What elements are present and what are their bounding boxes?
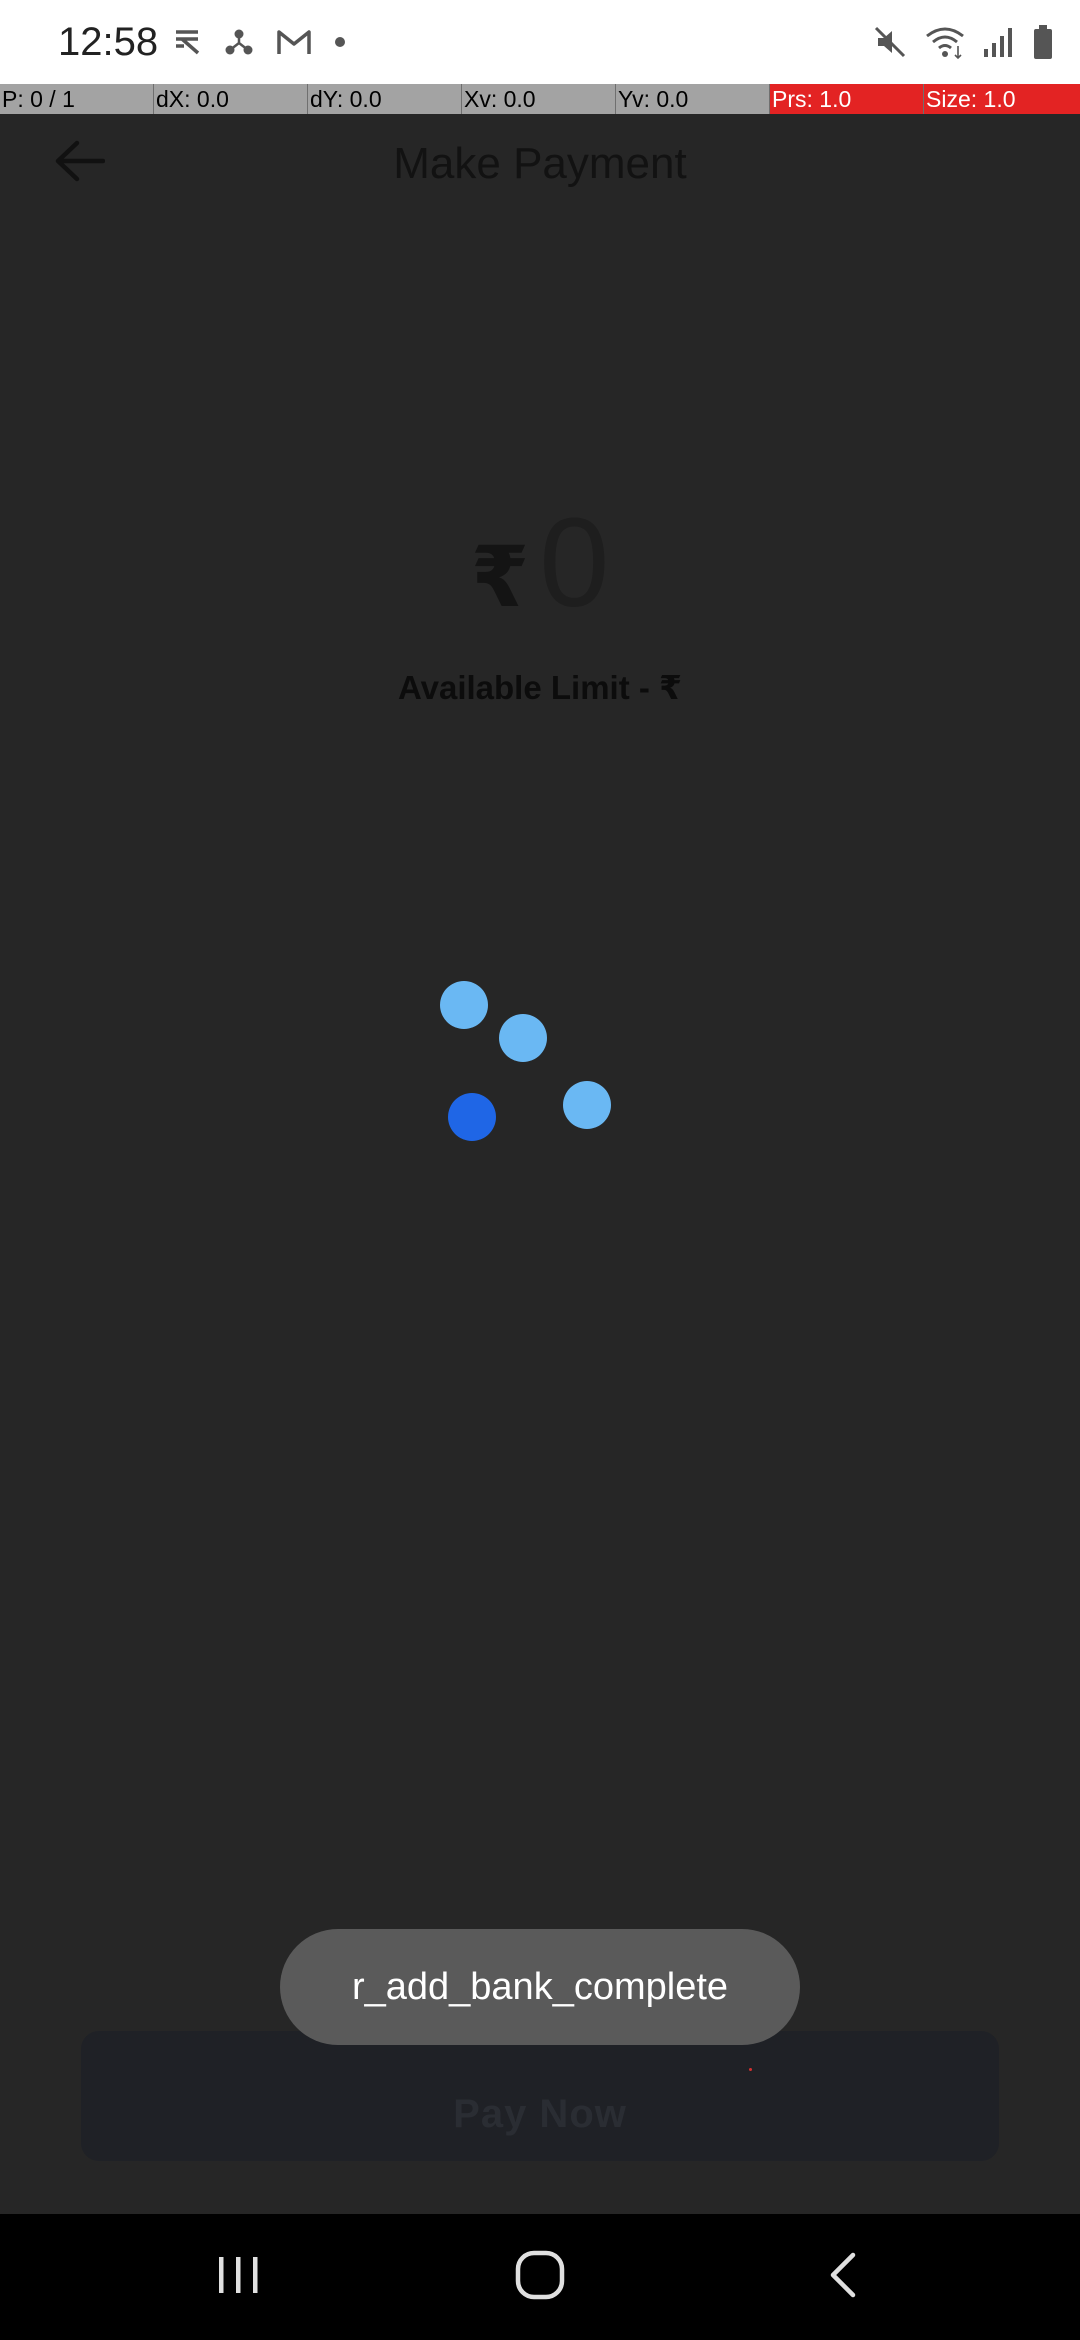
home-icon [514,2249,566,2306]
pointer-location-overlay: P: 0 / 1 dX: 0.0 dY: 0.0 Xv: 0.0 Yv: 0.0… [0,84,1080,114]
loading-dot [499,1014,547,1062]
toast-message: r_add_bank_complete [280,1929,800,2045]
gmail-icon [276,27,312,57]
nav-back-button[interactable] [808,2242,878,2312]
pointer-yv: Yv: 0.0 [616,84,770,114]
status-notification-icons [172,20,346,64]
app-bar: Make Payment [0,114,1080,214]
loading-dot [563,1081,611,1129]
back-icon [825,2251,861,2304]
pointer-dx: dX: 0.0 [154,84,308,114]
pointer-count: P: 0 / 1 [0,84,154,114]
pointer-dy: dY: 0.0 [308,84,462,114]
home-button[interactable] [505,2242,575,2312]
pointer-pressure: Prs: 1.0 [770,84,924,114]
status-system-icons [872,20,1054,64]
mute-icon [872,24,908,60]
status-time: 12:58 [58,20,159,64]
wifi-icon [924,24,966,60]
navigation-bar [0,2214,1080,2340]
recents-button[interactable] [204,2242,274,2312]
currency-symbol: ₹ [470,530,530,624]
dot-icon [334,36,346,48]
signal-icon [982,25,1016,59]
recents-icon [216,2253,262,2302]
pointer-size: Size: 1.0 [924,84,1080,114]
pay-now-button[interactable]: Pay Now [81,2031,999,2161]
rupee-app-icon [172,27,202,57]
loading-dot [440,981,488,1029]
amount-value: 0 [539,492,610,633]
amount-display[interactable]: ₹ 0 [0,490,1080,635]
pointer-xv: Xv: 0.0 [462,84,616,114]
loading-dot [448,1093,496,1141]
share-icon [224,27,254,57]
battery-icon [1032,24,1054,60]
status-bar: 12:58 [0,0,1080,84]
page-title: Make Payment [393,139,687,188]
touch-indicator [749,2068,752,2071]
available-limit: Available Limit - ₹ [398,669,682,706]
